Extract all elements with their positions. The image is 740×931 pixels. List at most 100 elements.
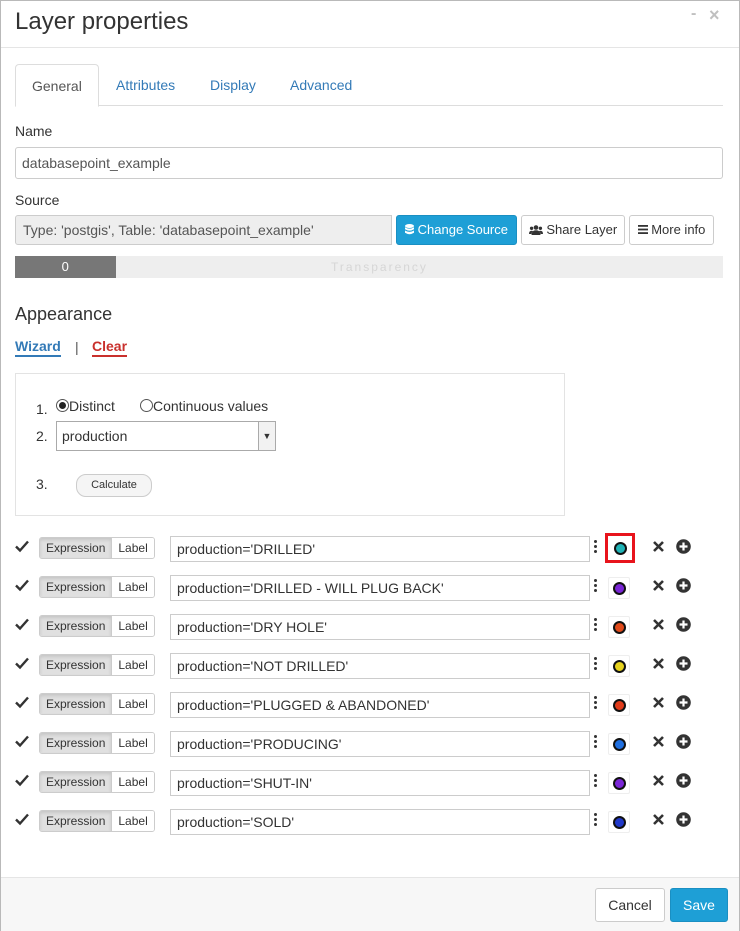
expression-toggle-button[interactable]: Expression <box>40 772 113 792</box>
users-icon <box>528 225 543 235</box>
check-icon[interactable] <box>15 695 29 709</box>
field-select[interactable]: production ▼ <box>56 421 276 451</box>
check-icon[interactable] <box>15 656 29 670</box>
color-picker-button[interactable] <box>608 577 630 599</box>
layer-properties-dialog: Layer properties - × General Attributes … <box>0 0 740 931</box>
share-layer-button[interactable]: Share Layer <box>521 215 625 245</box>
tab-advanced[interactable]: Advanced <box>274 64 368 106</box>
check-icon[interactable] <box>15 734 29 748</box>
color-swatch <box>612 776 626 790</box>
check-icon[interactable] <box>15 539 29 553</box>
label-toggle-button[interactable]: Label <box>112 538 154 558</box>
color-picker-button[interactable] <box>608 655 630 677</box>
rule-row: Expression Label production='PRODUCING' <box>15 731 705 757</box>
more-options-icon[interactable] <box>594 735 598 751</box>
remove-rule-icon[interactable] <box>652 618 665 631</box>
add-rule-icon[interactable] <box>676 695 691 710</box>
rule-expression-input[interactable]: production='SHUT-IN' <box>170 770 590 796</box>
more-options-icon[interactable] <box>594 618 598 634</box>
rule-row: Expression Label production='PLUGGED & ABA… <box>15 692 705 718</box>
add-rule-icon[interactable] <box>676 773 691 788</box>
color-picker-button[interactable] <box>608 616 630 638</box>
rule-expression-input[interactable]: production='PRODUCING' <box>170 731 590 757</box>
label-toggle-button[interactable]: Label <box>112 772 154 792</box>
more-options-icon[interactable] <box>594 657 598 673</box>
database-icon <box>405 224 415 235</box>
color-picker-button[interactable] <box>605 533 635 563</box>
expression-label-toggle: Expression Label <box>39 576 155 598</box>
more-info-button[interactable]: More info <box>629 215 714 245</box>
add-rule-icon[interactable] <box>676 656 691 671</box>
tab-general[interactable]: General <box>15 64 99 107</box>
expression-toggle-button[interactable]: Expression <box>40 538 113 558</box>
label-toggle-button[interactable]: Label <box>112 694 154 714</box>
change-source-button[interactable]: Change Source <box>396 215 517 245</box>
source-field: Type: 'postgis', Table: 'databasepoint_e… <box>15 215 392 245</box>
rule-expression-input[interactable]: production='DRILLED - WILL PLUG BACK' <box>170 575 590 601</box>
more-options-icon[interactable] <box>594 540 598 556</box>
minimize-icon[interactable]: - <box>691 5 696 23</box>
expression-toggle-button[interactable]: Expression <box>40 616 113 636</box>
add-rule-icon[interactable] <box>676 812 691 827</box>
label-toggle-button[interactable]: Label <box>112 655 154 675</box>
transparency-label: Transparency <box>331 260 428 274</box>
label-toggle-button[interactable]: Label <box>112 577 154 597</box>
clear-link[interactable]: Clear <box>92 338 128 357</box>
transparency-slider[interactable]: 0 Transparency <box>15 256 723 278</box>
remove-rule-icon[interactable] <box>652 696 665 709</box>
tab-display[interactable]: Display <box>194 64 272 106</box>
rule-row: Expression Label production='SHUT-IN' <box>15 770 705 796</box>
rule-expression-input[interactable]: production='SOLD' <box>170 809 590 835</box>
more-options-icon[interactable] <box>594 813 598 829</box>
check-icon[interactable] <box>15 617 29 631</box>
color-swatch <box>612 581 626 595</box>
add-rule-icon[interactable] <box>676 734 691 749</box>
rule-expression-input[interactable]: production='NOT DRILLED' <box>170 653 590 679</box>
more-options-icon[interactable] <box>594 696 598 712</box>
expression-toggle-button[interactable]: Expression <box>40 694 113 714</box>
rule-expression-input[interactable]: production='DRILLED' <box>170 536 590 562</box>
add-rule-icon[interactable] <box>676 539 691 554</box>
expression-toggle-button[interactable]: Expression <box>40 811 113 831</box>
expression-toggle-button[interactable]: Expression <box>40 577 113 597</box>
layer-name-input[interactable]: databasepoint_example <box>15 147 723 179</box>
more-options-icon[interactable] <box>594 774 598 790</box>
save-button[interactable]: Save <box>670 888 728 922</box>
remove-rule-icon[interactable] <box>652 735 665 748</box>
distinct-radio[interactable] <box>56 399 69 412</box>
expression-label-toggle: Expression Label <box>39 693 155 715</box>
tab-attributes[interactable]: Attributes <box>100 64 191 106</box>
check-icon[interactable] <box>15 578 29 592</box>
calculate-button[interactable]: Calculate <box>76 474 152 497</box>
remove-rule-icon[interactable] <box>652 579 665 592</box>
check-icon[interactable] <box>15 812 29 826</box>
label-toggle-button[interactable]: Label <box>112 811 154 831</box>
rule-expression-input[interactable]: production='PLUGGED & ABANDONED' <box>170 692 590 718</box>
cancel-button[interactable]: Cancel <box>595 888 665 922</box>
dialog-title: Layer properties <box>15 8 189 35</box>
field-select-value: production <box>62 428 128 444</box>
more-options-icon[interactable] <box>594 579 598 595</box>
remove-rule-icon[interactable] <box>652 813 665 826</box>
add-rule-icon[interactable] <box>676 617 691 632</box>
transparency-value[interactable]: 0 <box>15 256 116 278</box>
rule-expression-input[interactable]: production='DRY HOLE' <box>170 614 590 640</box>
continuous-values-radio[interactable] <box>140 399 153 412</box>
distinct-label: Distinct <box>69 398 115 414</box>
color-picker-button[interactable] <box>608 694 630 716</box>
remove-rule-icon[interactable] <box>652 657 665 670</box>
label-toggle-button[interactable]: Label <box>112 616 154 636</box>
color-picker-button[interactable] <box>608 733 630 755</box>
remove-rule-icon[interactable] <box>652 774 665 787</box>
remove-rule-icon[interactable] <box>652 540 665 553</box>
add-rule-icon[interactable] <box>676 578 691 593</box>
step-3-number: 3. <box>36 476 48 492</box>
expression-toggle-button[interactable]: Expression <box>40 733 113 753</box>
color-picker-button[interactable] <box>608 811 630 833</box>
wizard-link[interactable]: Wizard <box>15 338 61 357</box>
expression-toggle-button[interactable]: Expression <box>40 655 113 675</box>
check-icon[interactable] <box>15 773 29 787</box>
color-picker-button[interactable] <box>608 772 630 794</box>
label-toggle-button[interactable]: Label <box>112 733 154 753</box>
close-icon[interactable]: × <box>709 5 720 26</box>
